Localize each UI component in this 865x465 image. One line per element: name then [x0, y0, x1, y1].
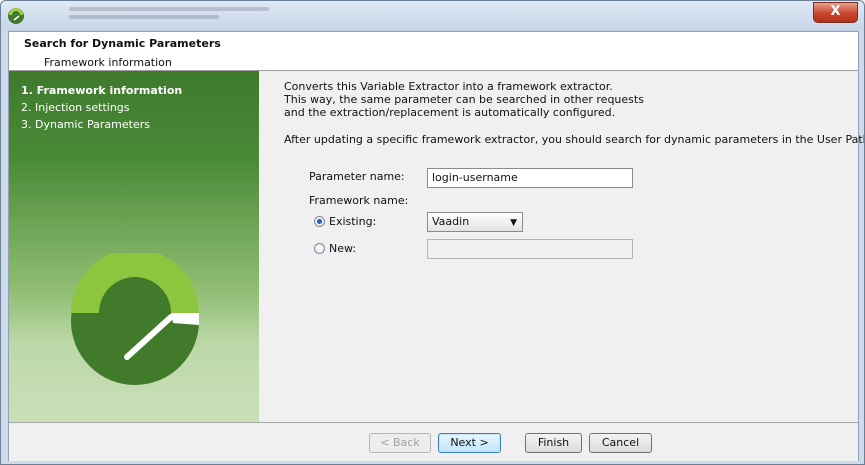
blurred-title: [69, 3, 269, 25]
gauge-logo-icon: [71, 253, 199, 385]
step-dynamic-parameters: 3. Dynamic Parameters: [21, 118, 150, 131]
wizard-header: Search for Dynamic Parameters Framework …: [9, 32, 858, 71]
parameter-name-input[interactable]: login-username: [427, 168, 633, 188]
back-button[interactable]: < Back: [369, 433, 431, 453]
new-label[interactable]: New:: [329, 242, 356, 255]
finish-button[interactable]: Finish: [525, 433, 582, 453]
step-injection-settings: 2. Injection settings: [21, 101, 130, 114]
app-logo-icon: [8, 8, 24, 24]
framework-name-label: Framework name:: [309, 194, 409, 207]
description-note: After updating a specific framework extr…: [284, 133, 865, 146]
wizard-window: X Search for Dynamic Parameters Framewor…: [0, 0, 865, 465]
close-button[interactable]: X: [813, 2, 858, 23]
title-bar[interactable]: X: [1, 1, 864, 31]
description-line-1: Converts this Variable Extractor into a …: [284, 80, 613, 93]
framework-select[interactable]: Vaadin ▼: [427, 212, 523, 232]
new-framework-input[interactable]: [427, 239, 633, 259]
wizard-sidebar: 1. Framework information 2. Injection se…: [9, 71, 259, 422]
close-icon: X: [830, 4, 841, 19]
step-framework-information: 1. Framework information: [21, 84, 183, 97]
existing-label[interactable]: Existing:: [329, 215, 376, 228]
description-line-3: and the extraction/replacement is automa…: [284, 106, 616, 119]
new-radio[interactable]: [314, 243, 325, 254]
framework-select-value: Vaadin: [432, 215, 470, 228]
wizard-footer: < Back Next > Finish Cancel: [9, 422, 858, 461]
description-line-2: This way, the same parameter can be sear…: [284, 93, 644, 106]
chevron-down-icon: ▼: [510, 218, 517, 228]
wizard-content: Search for Dynamic Parameters Framework …: [8, 31, 864, 461]
next-button[interactable]: Next >: [438, 433, 501, 453]
page-title: Search for Dynamic Parameters: [24, 37, 221, 50]
parameter-name-label: Parameter name:: [309, 170, 405, 183]
existing-radio[interactable]: [314, 216, 325, 227]
cancel-button[interactable]: Cancel: [589, 433, 652, 453]
wizard-main: Converts this Variable Extractor into a …: [259, 71, 864, 422]
page-subtitle: Framework information: [44, 56, 172, 69]
